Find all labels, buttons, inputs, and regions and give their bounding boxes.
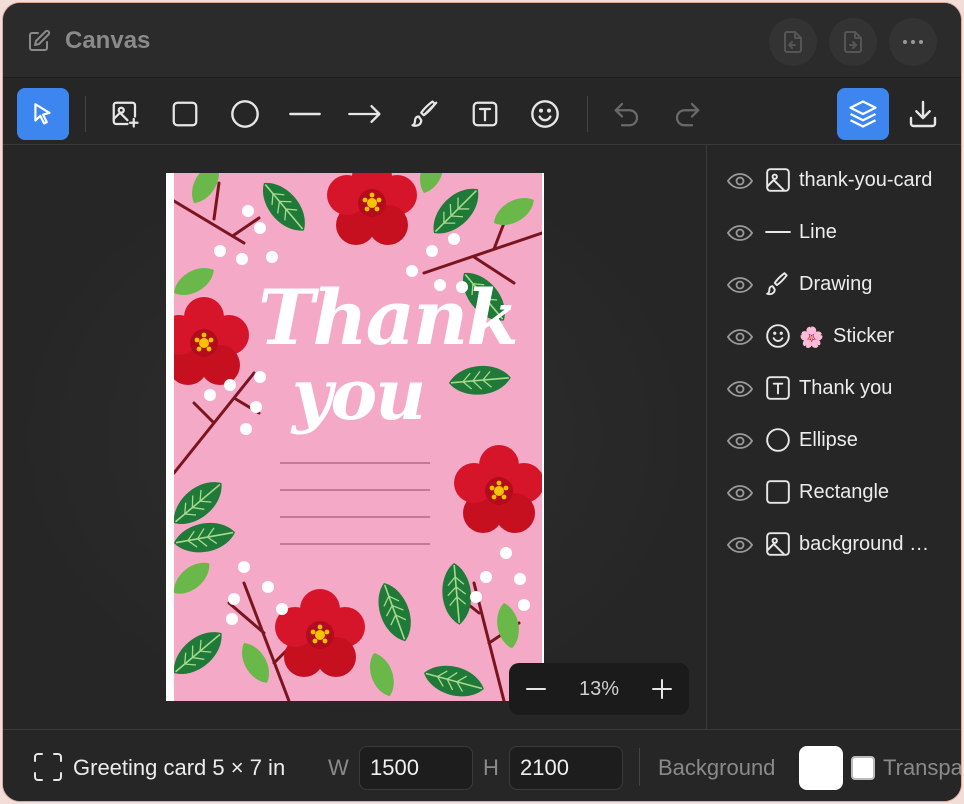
width-label: W (328, 755, 349, 780)
download-button[interactable] (897, 88, 949, 140)
file-export-icon (844, 31, 862, 53)
download-icon (909, 100, 937, 128)
background-label: Background (658, 755, 776, 780)
layer-name: Line (799, 221, 837, 243)
layer-name: thank-you-card (799, 169, 933, 191)
zoom-in-icon[interactable] (651, 678, 673, 700)
sticker-emoji: 🌸 (799, 327, 824, 349)
bottom-bar: Greeting card 5 × 7 in W H Background Tr… (3, 729, 962, 801)
text-icon (766, 376, 790, 400)
zoom-control: 13% (509, 663, 689, 715)
height-input[interactable] (509, 746, 623, 790)
rectangle-icon (172, 101, 198, 127)
eye-icon[interactable] (727, 273, 753, 297)
toolbar-divider (587, 96, 588, 132)
layer-name: Sticker (833, 325, 895, 347)
app-title: Canvas (65, 27, 151, 54)
layer-item[interactable]: Line (707, 207, 961, 259)
layer-name: Ellipse (799, 429, 858, 451)
arrow-right-icon (348, 104, 381, 124)
thank-you-card-image[interactable]: Thank you (174, 173, 542, 701)
brush-icon (411, 100, 438, 127)
eye-icon[interactable] (727, 533, 753, 557)
export-button[interactable] (829, 18, 877, 66)
layer-item[interactable]: 🌸 Sticker (707, 311, 961, 363)
file-import-icon (784, 31, 802, 53)
eye-icon[interactable] (727, 325, 753, 349)
rectangle-tool-button[interactable] (159, 88, 211, 140)
width-input[interactable] (359, 746, 473, 790)
zoom-level: 13% (578, 677, 620, 700)
ellipse-icon (766, 428, 790, 452)
layers-icon (849, 100, 877, 128)
edit-icon (29, 29, 51, 51)
smiley-icon (766, 324, 790, 348)
artboard[interactable]: Thank you (166, 173, 544, 701)
eye-icon[interactable] (727, 481, 753, 505)
ellipse-icon (231, 100, 259, 128)
redo-icon (675, 102, 700, 127)
text-tool-button[interactable] (459, 88, 511, 140)
layer-item[interactable]: thank-you-card (707, 155, 961, 207)
layers-toggle-button[interactable] (837, 88, 889, 140)
text-icon (472, 101, 498, 127)
toolbar (3, 77, 961, 145)
layer-item[interactable]: Rectangle (707, 467, 961, 519)
frame-size-icon[interactable] (33, 752, 63, 782)
eye-icon[interactable] (727, 169, 753, 193)
card-title-line2: you (291, 353, 426, 436)
more-icon (903, 40, 923, 44)
preset-label[interactable]: Greeting card 5 × 7 in (73, 755, 285, 781)
layers-panel: thank-you-card Line Drawing 🌸 Sticker Th… (706, 145, 961, 729)
image-add-icon (112, 101, 139, 128)
app-window: Canvas Thank you 13% thank-you-card Line… (2, 2, 962, 802)
image-icon (766, 168, 790, 192)
undo-button[interactable] (601, 88, 653, 140)
import-button[interactable] (769, 18, 817, 66)
brush-icon (766, 272, 788, 296)
eye-icon[interactable] (727, 377, 753, 401)
cursor-icon (34, 103, 51, 125)
toolbar-divider (85, 96, 86, 132)
undo-icon (614, 102, 639, 127)
layer-name: Drawing (799, 273, 873, 295)
card-title-line1: Thank (258, 273, 519, 362)
height-label: H (483, 755, 499, 780)
more-button[interactable] (889, 18, 937, 66)
background-color-swatch[interactable] (799, 746, 843, 790)
smiley-icon (531, 100, 559, 128)
eye-icon[interactable] (727, 429, 753, 453)
transparent-checkbox[interactable] (851, 756, 875, 780)
transparent-label: Transparent (883, 755, 962, 780)
arrow-tool-button[interactable] (339, 88, 391, 140)
image-icon (766, 532, 790, 556)
card-artwork (174, 173, 542, 701)
sticker-tool-button[interactable] (519, 88, 571, 140)
line-tool-button[interactable] (279, 88, 331, 140)
eye-icon[interactable] (727, 221, 753, 245)
zoom-out-icon[interactable] (525, 678, 547, 700)
select-tool-button[interactable] (17, 88, 69, 140)
layer-item[interactable]: Thank you (707, 363, 961, 415)
layer-name: Rectangle (799, 481, 890, 503)
bottom-divider (639, 748, 640, 786)
line-icon (289, 112, 321, 116)
layer-name: Thank you (799, 377, 893, 399)
rectangle-icon (766, 480, 790, 504)
line-icon (765, 231, 791, 233)
ellipse-tool-button[interactable] (219, 88, 271, 140)
title-bar: Canvas (3, 3, 961, 77)
redo-button[interactable] (661, 88, 713, 140)
canvas-area[interactable]: Thank you 13% (3, 145, 706, 729)
layer-name: background … (799, 533, 930, 555)
layer-item[interactable]: background … (707, 519, 961, 571)
image-tool-button[interactable] (99, 88, 151, 140)
layer-item[interactable]: Drawing (707, 259, 961, 311)
layer-item[interactable]: Ellipse (707, 415, 961, 467)
brush-tool-button[interactable] (399, 88, 451, 140)
